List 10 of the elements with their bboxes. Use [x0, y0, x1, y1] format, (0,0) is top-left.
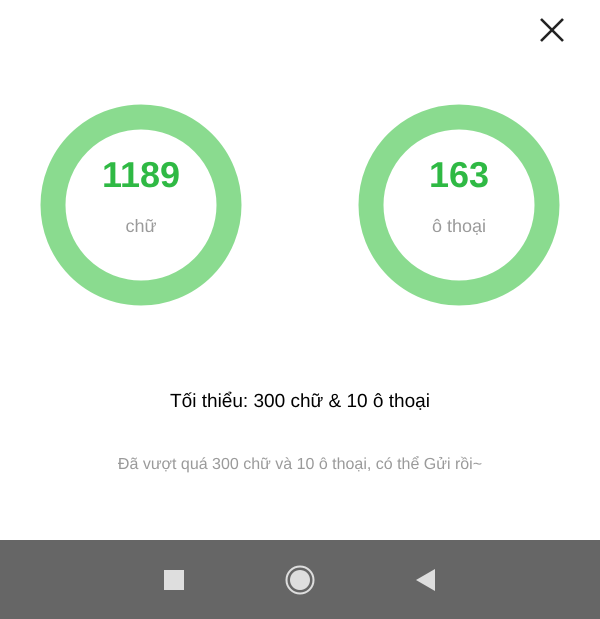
status-message: Đã vượt quá 300 chữ và 10 ô thoại, có thể Gửi rồi~ — [116, 454, 484, 474]
count-value: 1189 — [102, 156, 180, 192]
requirement-text: Tối thiểu: 300 chữ & 10 ô thoại — [169, 390, 431, 414]
count-label: chữ — [125, 214, 157, 238]
back-icon[interactable] — [416, 568, 436, 590]
home-icon[interactable] — [285, 564, 315, 594]
count-label: ô thoại — [432, 214, 486, 238]
square-icon[interactable] — [164, 570, 184, 590]
close-icon[interactable] — [538, 16, 566, 44]
count-value: 163 — [428, 156, 490, 192]
